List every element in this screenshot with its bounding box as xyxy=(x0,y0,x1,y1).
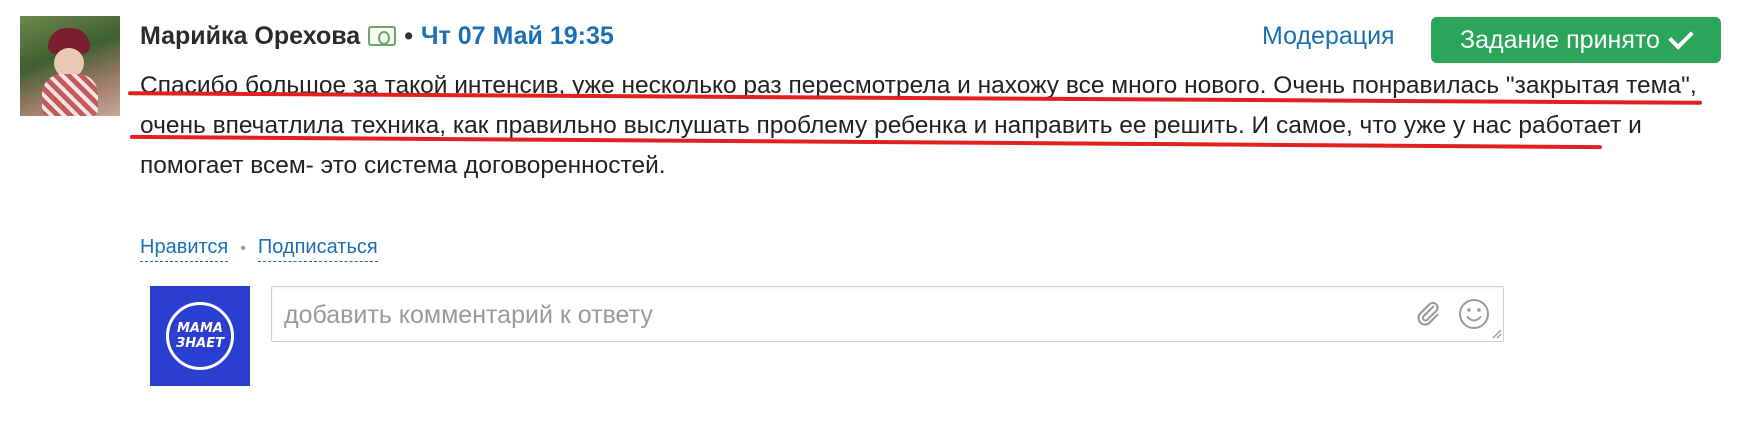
post-datetime[interactable]: Чт 07 Май 19:35 xyxy=(421,22,614,51)
task-accepted-button[interactable]: Задание принято xyxy=(1431,17,1721,63)
moderation-link[interactable]: Модерация xyxy=(1262,22,1395,51)
logo-line-1: МАМА xyxy=(177,321,223,336)
smiley-icon[interactable] xyxy=(1457,297,1491,331)
comment-box xyxy=(271,286,1504,343)
post-meta: Марийка Орехова • Чт 07 Май 19:35 xyxy=(140,18,614,54)
logo-line-2: ЗНАЕТ xyxy=(176,336,224,351)
author-name[interactable]: Марийка Орехова xyxy=(140,22,360,51)
comment-input[interactable] xyxy=(282,287,1386,343)
answer-text: Спасибо большое за такой интенсив, уже н… xyxy=(140,72,1697,179)
meta-separator: • xyxy=(404,21,413,50)
task-accepted-label: Задание принято xyxy=(1460,25,1660,54)
subscribe-link[interactable]: Подписаться xyxy=(257,236,378,262)
author-avatar[interactable] xyxy=(20,16,120,116)
check-icon xyxy=(1668,24,1694,50)
mama-znaet-logo: МАМА ЗНАЕТ xyxy=(166,302,234,370)
paperclip-icon[interactable] xyxy=(1414,299,1442,327)
resize-handle-icon[interactable] xyxy=(1490,327,1502,339)
post-actions: Нравится • Подписаться xyxy=(140,236,378,262)
money-icon xyxy=(368,26,397,46)
like-link[interactable]: Нравится xyxy=(140,236,229,262)
actions-separator: • xyxy=(240,240,246,257)
avatar-scarf xyxy=(42,74,98,116)
commenter-avatar[interactable]: МАМА ЗНАЕТ xyxy=(150,286,250,386)
